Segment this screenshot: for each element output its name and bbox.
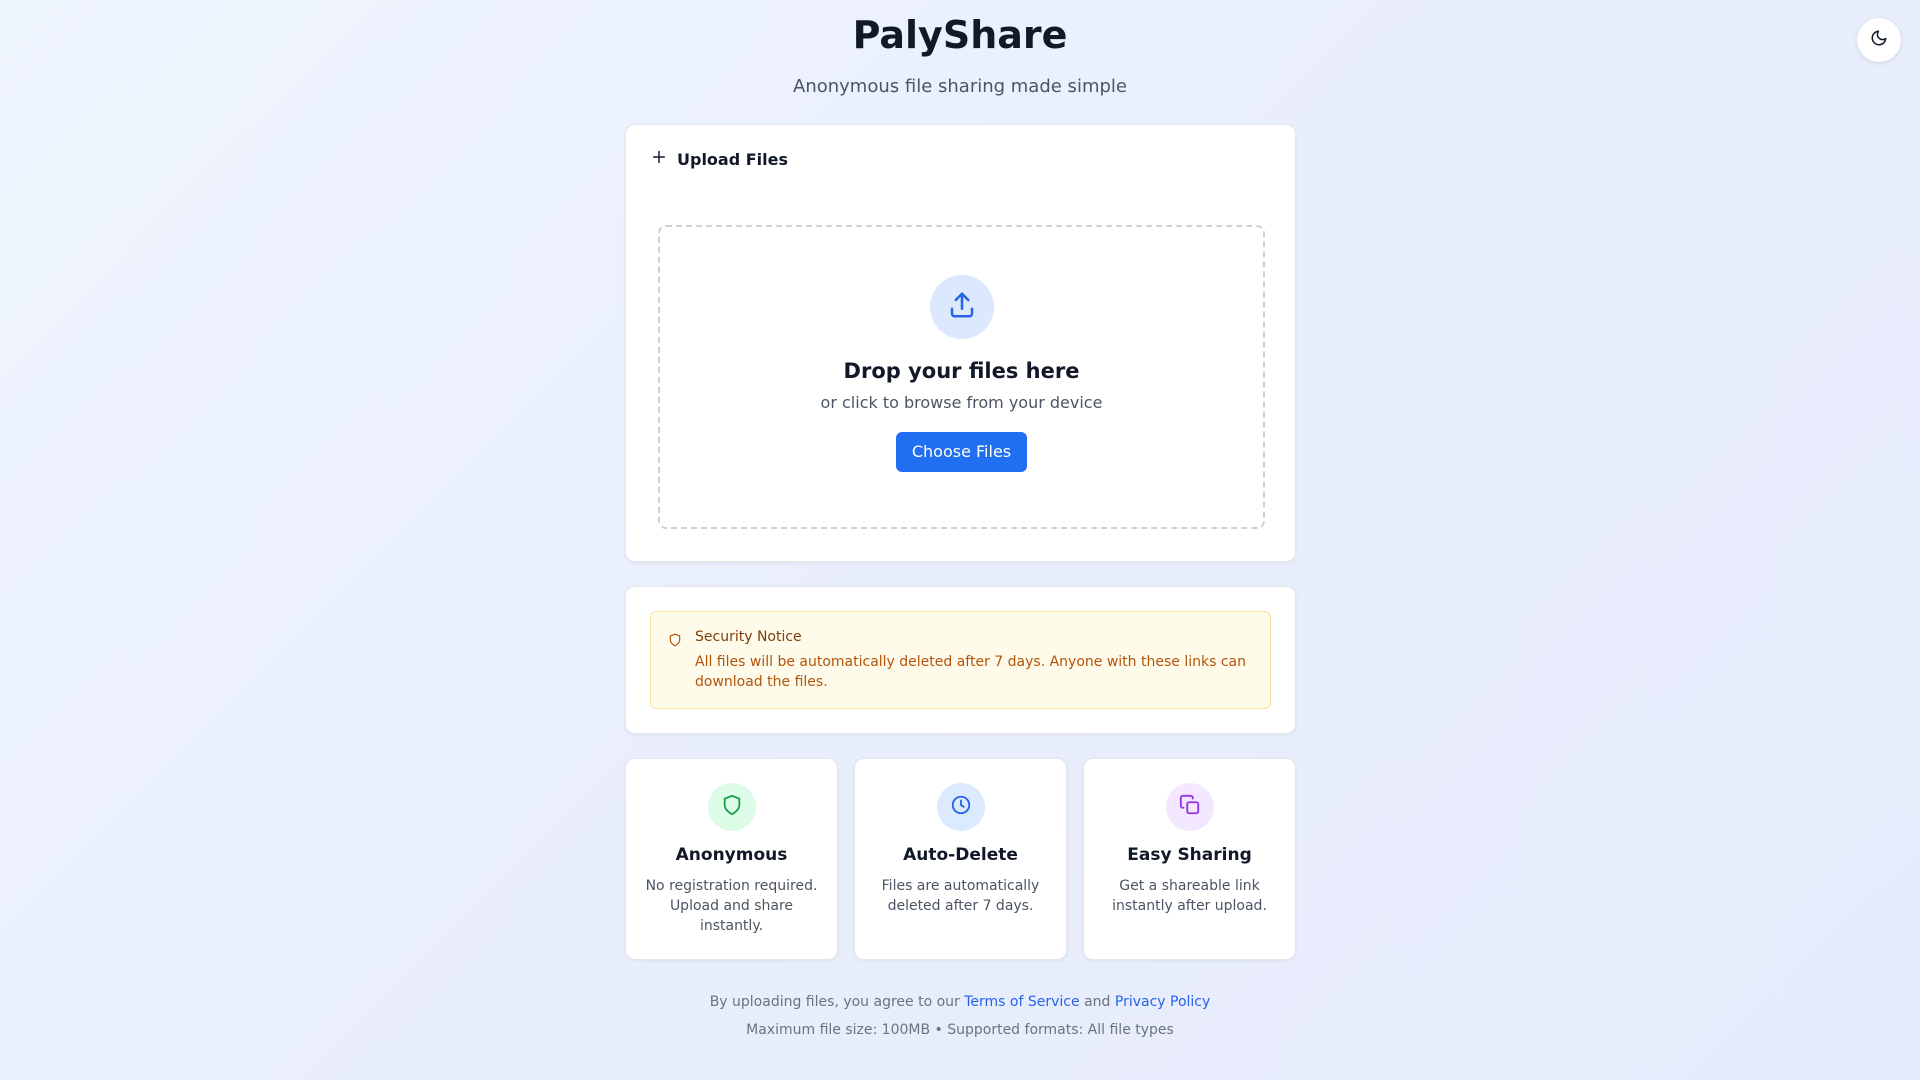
upload-card-title: Upload Files	[677, 149, 789, 169]
file-dropzone[interactable]: Drop your files here or click to browse …	[658, 225, 1265, 529]
app-subtitle: Anonymous file sharing made simple	[793, 76, 1127, 97]
security-notice-text: All files will be automatically deleted …	[695, 654, 1246, 690]
feature-description: No registration required. Upload and sha…	[645, 878, 818, 934]
upload-icon-circle	[929, 275, 994, 339]
page-header: PalyShare Anonymous file sharing made si…	[0, 12, 1920, 98]
footer-agreement: By uploading files, you agree to our Ter…	[0, 992, 1920, 1012]
security-notice-card: Security Notice All files will be automa…	[625, 586, 1296, 734]
feature-card-anonymous: Anonymous No registration required. Uplo…	[625, 758, 838, 960]
footer-and-text: and	[1084, 994, 1111, 1010]
upload-card: Upload Files Drop your files here or cli…	[625, 124, 1296, 562]
feature-description: Files are automatically deleted after 7 …	[881, 878, 1040, 914]
feature-icon-circle	[707, 783, 756, 831]
feature-description: Get a shareable link instantly after upl…	[1112, 878, 1267, 914]
footer-agreement-text: By uploading files, you agree to our	[709, 994, 960, 1010]
dropzone-title: Drop your files here	[843, 359, 1080, 383]
footer-limits: Maximum file size: 100MB • Supported for…	[746, 1022, 1174, 1038]
dropzone-subtitle: or click to browse from your device	[820, 393, 1103, 412]
choose-files-button[interactable]: Choose Files	[895, 432, 1028, 472]
copy-icon	[1179, 794, 1201, 820]
feature-icon-circle	[936, 783, 985, 831]
shield-icon	[721, 794, 743, 820]
plus-icon	[651, 149, 667, 169]
feature-title: Easy Sharing	[1127, 845, 1252, 865]
feature-card-auto-delete: Auto-Delete Files are automatically dele…	[854, 758, 1067, 960]
terms-of-service-link[interactable]: Terms of Service	[964, 994, 1079, 1010]
feature-title: Auto-Delete	[903, 845, 1018, 865]
feature-title: Anonymous	[675, 845, 788, 865]
clock-icon	[950, 794, 972, 820]
shield-icon	[668, 632, 682, 652]
feature-card-easy-sharing: Easy Sharing Get a shareable link instan…	[1083, 758, 1296, 960]
feature-icon-circle	[1165, 783, 1214, 831]
upload-card-header: Upload Files	[651, 149, 788, 169]
privacy-policy-link[interactable]: Privacy Policy	[1115, 994, 1210, 1010]
page-footer: By uploading files, you agree to our Ter…	[0, 992, 1920, 1040]
upload-icon	[947, 290, 977, 324]
app-title: PalyShare	[852, 13, 1068, 57]
security-notice-title: Security Notice	[695, 629, 802, 645]
security-notice: Security Notice All files will be automa…	[650, 611, 1271, 709]
